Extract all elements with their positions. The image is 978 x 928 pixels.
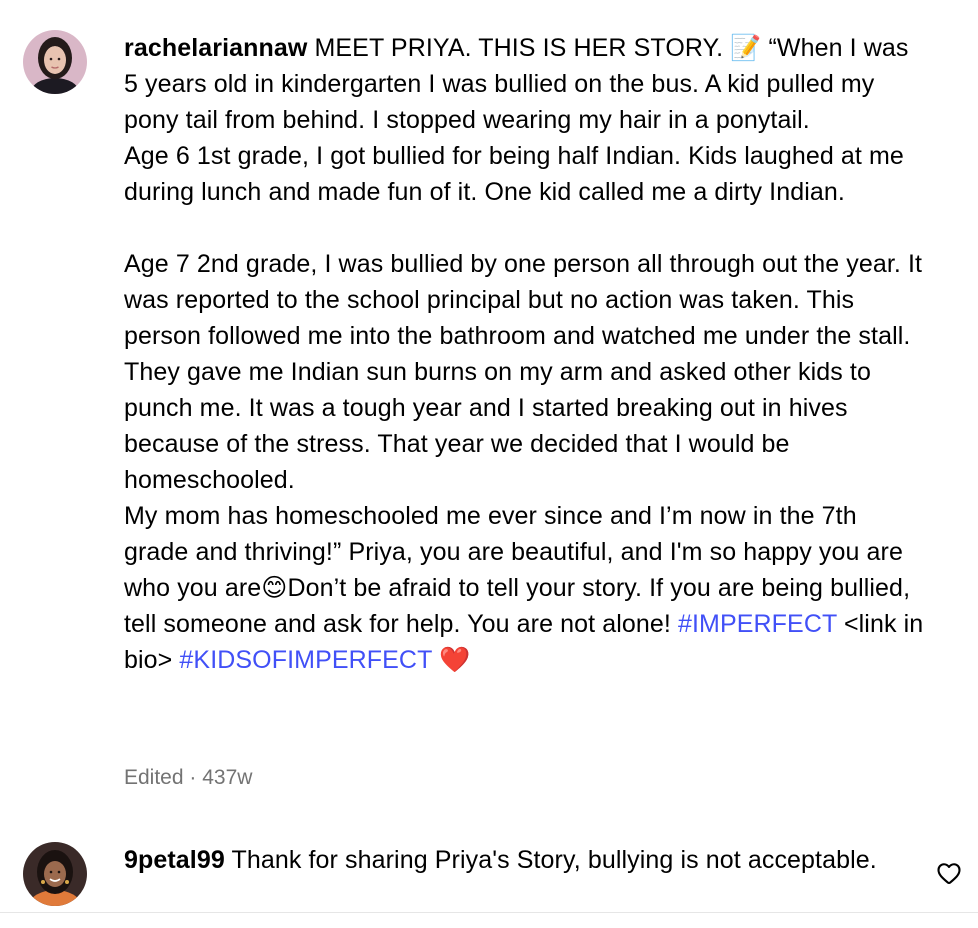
comment-username[interactable]: 9petal99 [124, 846, 225, 874]
comment-meta: Edited · 437w [124, 764, 252, 792]
comment-text: 9petal99 Thank for sharing Priya's Story… [124, 842, 914, 878]
comment-username[interactable]: rachelariannaw [124, 34, 307, 62]
avatar-rachelariannaw[interactable] [23, 30, 87, 94]
avatar-9petal99[interactable] [23, 842, 87, 906]
red-heart-icon: ❤️ [432, 646, 471, 674]
smiling-face-icon: 😊 [261, 574, 288, 602]
heart-outline-icon[interactable] [935, 859, 963, 887]
meta-separator: · [183, 766, 203, 789]
hashtag-imperfect[interactable]: #IMPERFECT [678, 610, 837, 638]
memo-icon: 📝 [730, 34, 762, 62]
comment-body: Thank for sharing Priya's Story, bullyin… [224, 846, 877, 874]
avatar-image [23, 842, 87, 906]
avatar-image [23, 30, 87, 94]
comment-body: “When I was 5 years old in kindergarten … [124, 34, 923, 602]
comment-age[interactable]: 437w [202, 766, 252, 789]
comment-intro: MEET PRIYA. THIS IS HER STORY. [307, 34, 731, 62]
edited-label[interactable]: Edited [124, 766, 184, 789]
hashtag-kidsofimperfect[interactable]: #KIDSOFIMPERFECT [179, 646, 432, 674]
comment-text: rachelariannaw MEET PRIYA. THIS IS HER S… [124, 30, 926, 678]
divider [0, 912, 978, 913]
